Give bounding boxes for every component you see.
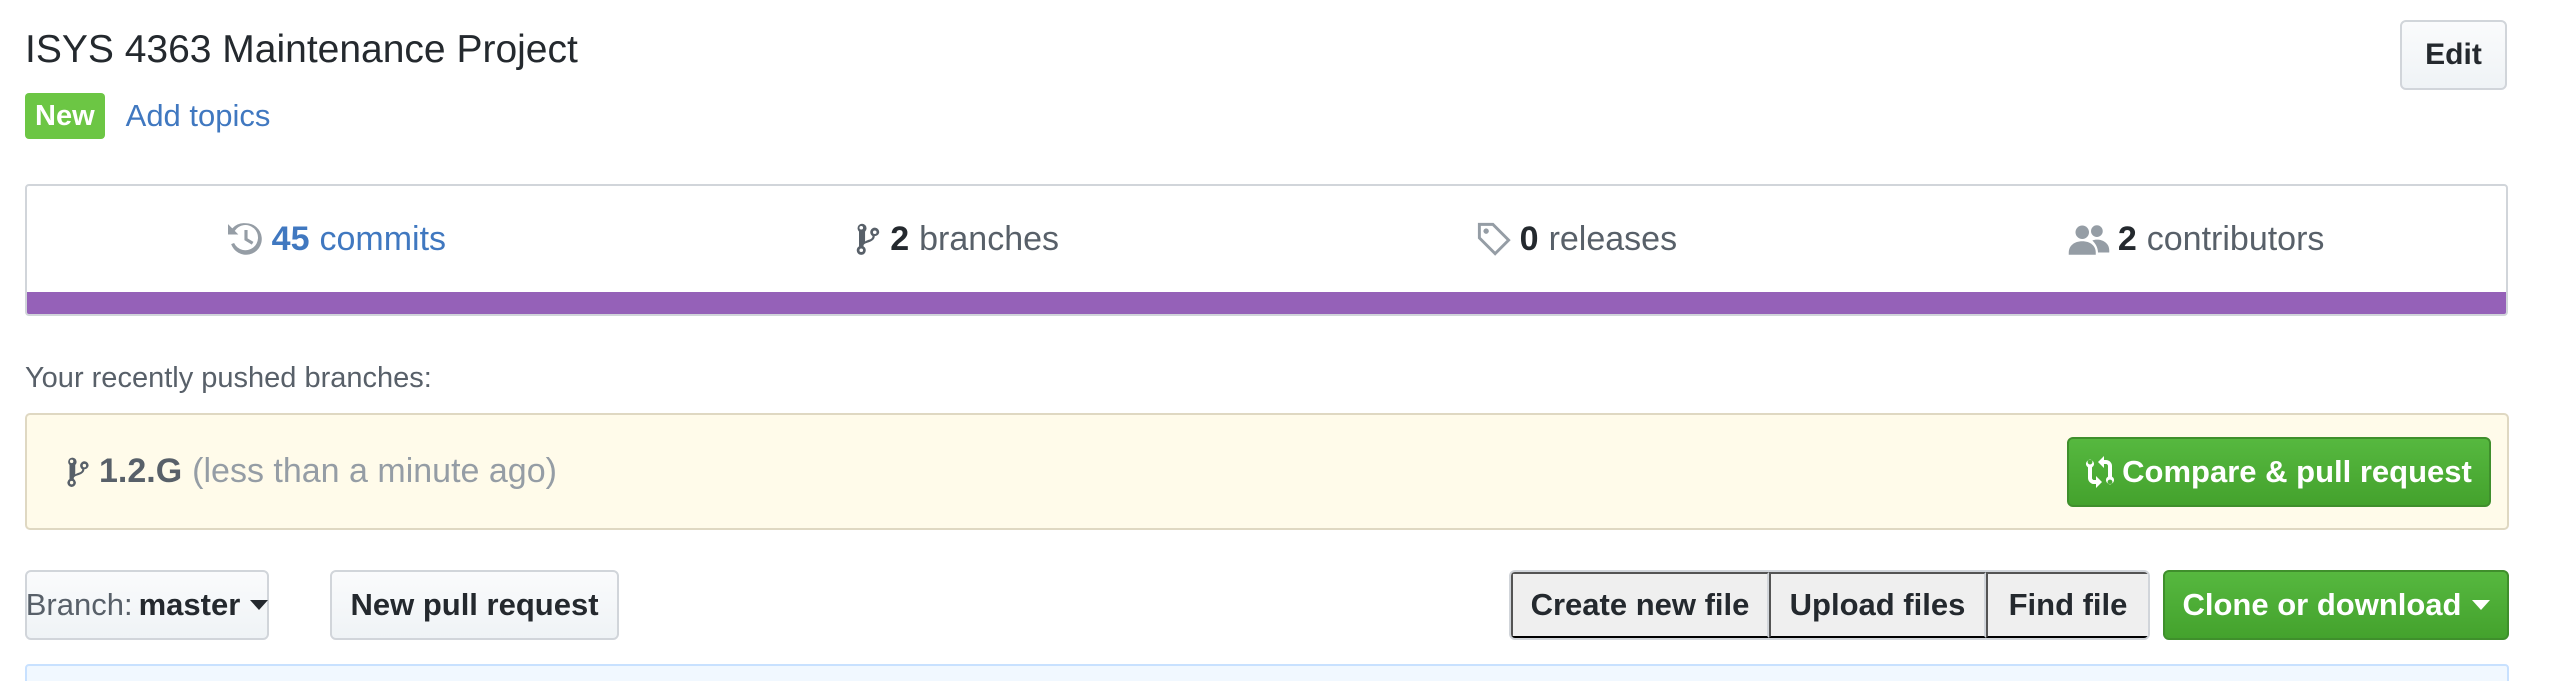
clone-or-download-button[interactable]: Clone or download (2163, 570, 2509, 640)
commit-tease-bar (25, 664, 2509, 681)
new-badge: New (25, 93, 105, 139)
releases-label: releases (1548, 219, 1678, 258)
branch-select-menu[interactable]: Branch: master (25, 570, 269, 640)
git-compare-icon (2086, 456, 2115, 488)
contributors-link[interactable]: 2 contributors (1886, 186, 2506, 292)
repo-summary: 45 commits 2 branches 0 releases 2 contr… (25, 184, 2508, 316)
topics-row: New Add topics (25, 93, 270, 139)
commits-count: 45 (271, 219, 310, 258)
contributors-label: contributors (2146, 219, 2325, 258)
create-new-file-button[interactable]: Create new file (1511, 572, 1769, 638)
upload-files-button[interactable]: Upload files (1769, 572, 1986, 638)
tag-icon (1477, 222, 1511, 256)
compare-pull-request-button[interactable]: Compare & pull request (2067, 437, 2491, 507)
branches-count: 2 (890, 219, 910, 258)
branches-label: branches (919, 219, 1060, 258)
caret-down-icon (250, 600, 269, 610)
add-topics-link[interactable]: Add topics (126, 98, 271, 134)
repo-title: ISYS 4363 Maintenance Project (25, 28, 578, 71)
releases-link[interactable]: 0 releases (1267, 186, 1887, 292)
compare-pull-request-label: Compare & pull request (2122, 454, 2472, 489)
branch-prefix: Branch: (25, 587, 133, 622)
commits-label: commits (319, 219, 447, 258)
new-pull-request-button[interactable]: New pull request (330, 570, 619, 640)
branches-link[interactable]: 2 branches (647, 186, 1267, 292)
language-bar[interactable] (27, 292, 2506, 314)
recent-branch-notice: 1.2.G (less than a minute ago) Compare &… (25, 413, 2509, 530)
history-icon (227, 223, 262, 255)
clone-or-download-label: Clone or download (2182, 587, 2462, 622)
recent-branch: 1.2.G (less than a minute ago) (65, 415, 557, 528)
find-file-button[interactable]: Find file (1986, 572, 2148, 638)
releases-count: 0 (1519, 219, 1539, 258)
caret-down-icon (2471, 600, 2490, 610)
numbers-summary: 45 commits 2 branches 0 releases 2 contr… (27, 186, 2506, 292)
current-branch: master (138, 587, 241, 622)
file-navigation-group: Create new file Upload files Find file (1509, 570, 2150, 640)
git-branch-icon (856, 223, 880, 255)
commits-link[interactable]: 45 commits (27, 186, 647, 292)
contributors-count: 2 (2117, 219, 2137, 258)
recent-branch-time: (less than a minute ago) (192, 452, 557, 490)
recent-branches-label: Your recently pushed branches: (25, 362, 432, 394)
git-branch-icon (67, 457, 89, 487)
edit-description-button[interactable]: Edit (2400, 20, 2507, 90)
people-icon (2068, 225, 2110, 255)
recent-branch-name: 1.2.G (99, 452, 183, 490)
